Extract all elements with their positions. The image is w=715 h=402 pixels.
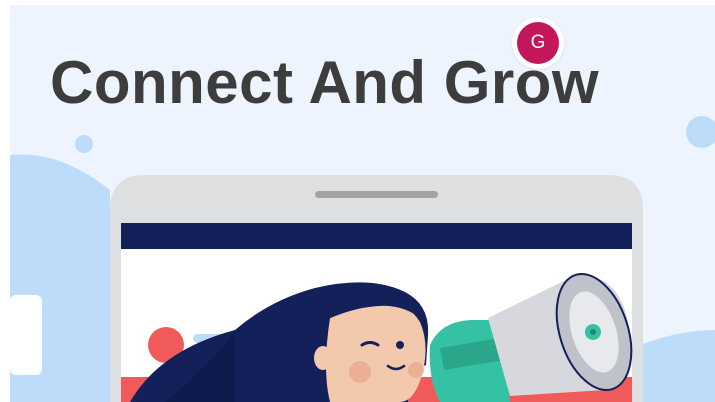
megaphone-center-dot [590, 329, 596, 335]
account-avatar[interactable]: G [512, 17, 564, 69]
woman-cheek-left [349, 361, 371, 383]
phone-header-bar [121, 223, 632, 249]
phone-speaker [315, 191, 438, 198]
woman-cheek-right [408, 362, 424, 378]
side-card [10, 295, 42, 375]
avatar-initial: G [517, 22, 559, 64]
woman-open-eye [396, 341, 404, 349]
woman-ear [314, 346, 332, 370]
bubble-large [686, 116, 715, 148]
bubble-small [75, 135, 93, 153]
promo-card: Connect And Grow G [0, 0, 715, 402]
right-blob [640, 330, 715, 402]
